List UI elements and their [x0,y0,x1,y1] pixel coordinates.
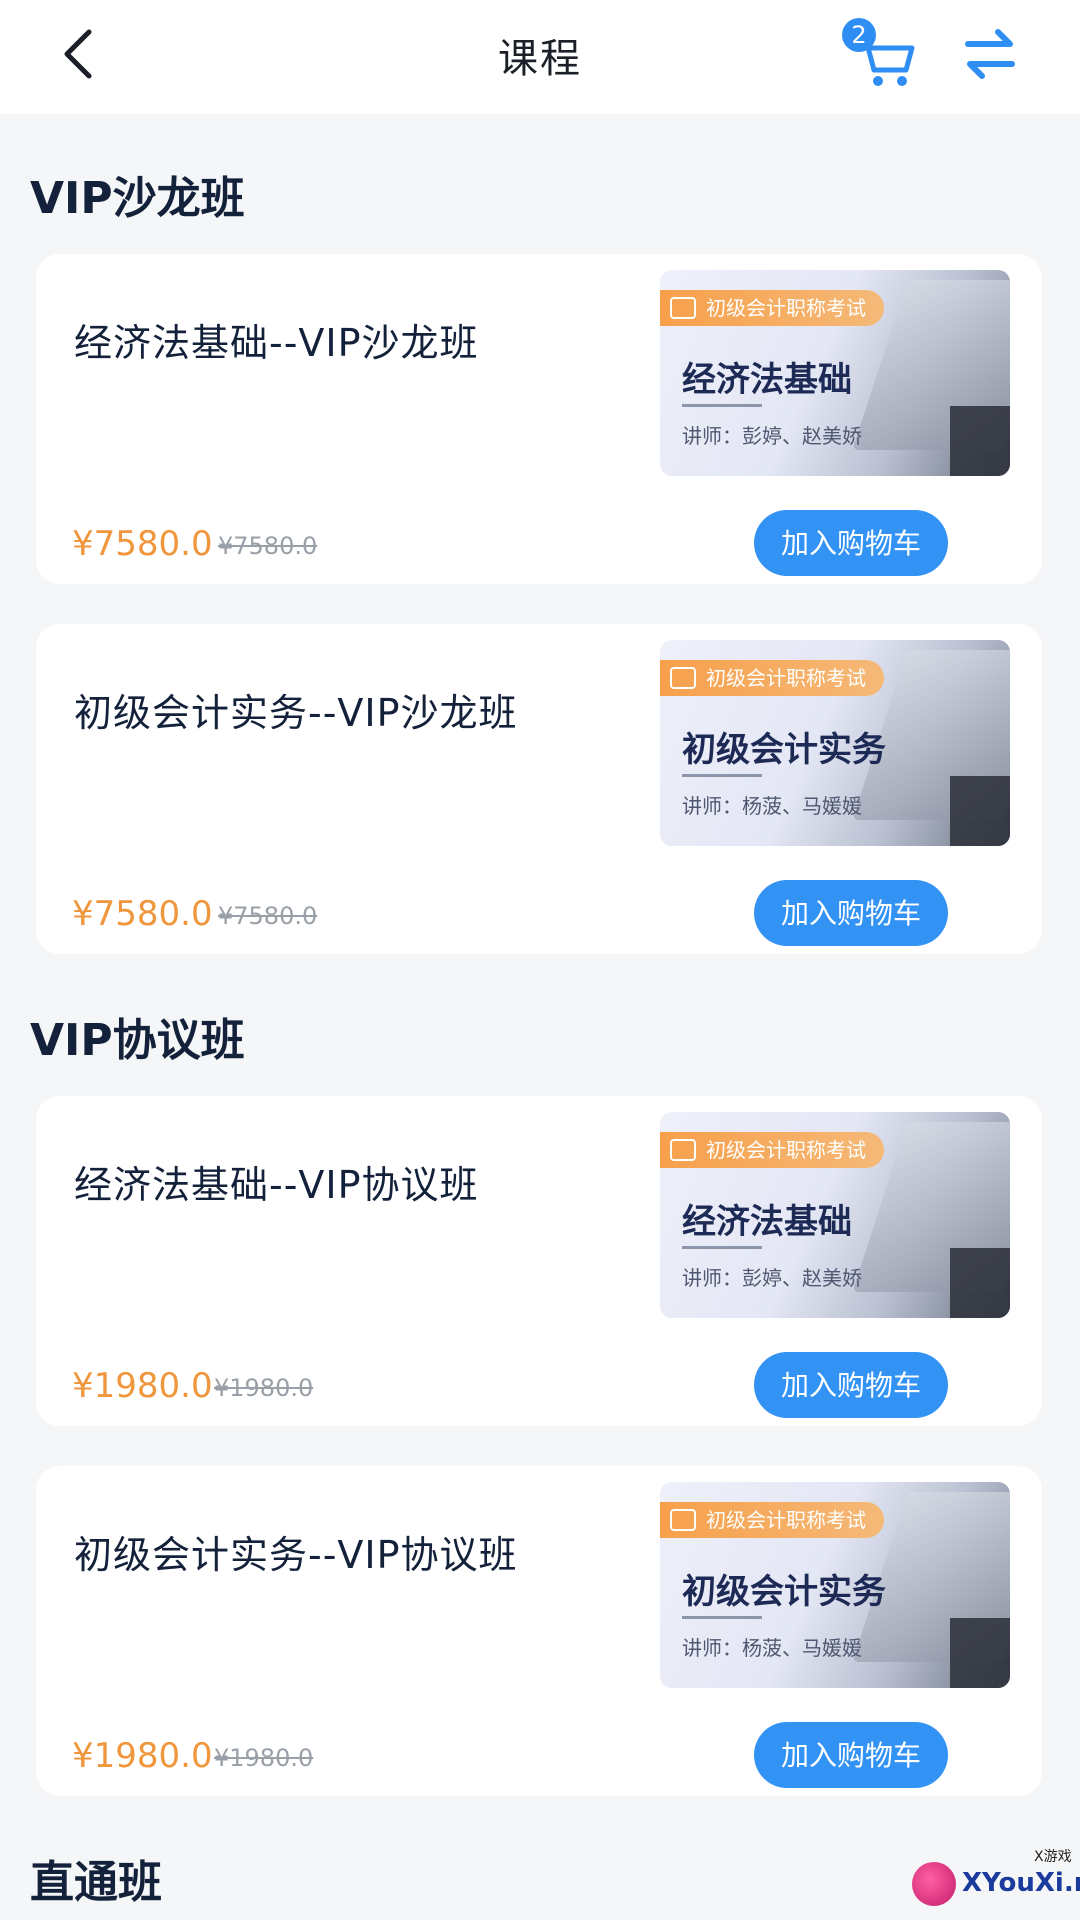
section-title: VIP协议班 [30,1015,245,1066]
thumbnail-divider [682,774,762,777]
thumbnail-title: 初级会计实务 [682,730,886,770]
course-card[interactable]: 初级会计实务--VIP协议班 初级会计职称考试 初级会计实务 讲师：杨菠、马媛媛… [36,1466,1042,1796]
course-card[interactable]: 经济法基础--VIP协议班 初级会计职称考试 经济法基础 讲师：彭婷、赵美娇 ¥… [36,1096,1042,1426]
watermark: X游戏 XYouXi.net [908,1842,1080,1912]
book-icon [670,1139,696,1161]
course-name: 经济法基础--VIP协议班 [74,1163,479,1207]
thumbnail-graphic [950,1618,1010,1688]
top-bar: 课程 2 [0,0,1080,114]
thumbnail-divider [682,1246,762,1249]
course-thumbnail[interactable]: 初级会计职称考试 经济法基础 讲师：彭婷、赵美娇 [660,1112,1010,1318]
thumbnail-graphic [950,776,1010,846]
thumbnail-graphic [950,406,1010,476]
thumbnail-tag: 初级会计职称考试 [660,290,884,326]
thumbnail-divider [682,404,762,407]
book-icon [670,297,696,319]
thumbnail-graphic [950,1248,1010,1318]
price: ¥1980.0 [72,1736,213,1776]
thumbnail-title: 经济法基础 [682,1202,852,1242]
book-icon [670,1509,696,1531]
original-price: ¥1980.0 [214,1744,314,1772]
course-thumbnail[interactable]: 初级会计职称考试 初级会计实务 讲师：杨菠、马媛媛 [660,1482,1010,1688]
add-to-cart-button[interactable]: 加入购物车 [754,510,948,576]
course-card[interactable]: 初级会计实务--VIP沙龙班 初级会计职称考试 初级会计实务 讲师：杨菠、马媛媛… [36,624,1042,954]
course-thumbnail[interactable]: 初级会计职称考试 初级会计实务 讲师：杨菠、马媛媛 [660,640,1010,846]
thumbnail-teacher: 讲师：彭婷、赵美娇 [682,1266,862,1290]
course-name: 初级会计实务--VIP协议班 [74,1533,518,1577]
cart-count-badge: 2 [842,18,876,52]
thumbnail-tag-text: 初级会计职称考试 [706,1138,866,1162]
swap-arrows-icon[interactable] [960,26,1020,82]
original-price: ¥7580.0 [218,902,318,930]
section-title: VIP沙龙班 [30,173,245,224]
add-to-cart-button[interactable]: 加入购物车 [754,1352,948,1418]
book-icon [670,667,696,689]
course-card[interactable]: 经济法基础--VIP沙龙班 初级会计职称考试 经济法基础 讲师：彭婷、赵美娇 ¥… [36,254,1042,584]
thumbnail-divider [682,1616,762,1619]
watermark-text: XYouXi.net [962,1868,1080,1898]
thumbnail-teacher: 讲师：彭婷、赵美娇 [682,424,862,448]
thumbnail-teacher: 讲师：杨菠、马媛媛 [682,1636,862,1660]
add-to-cart-button[interactable]: 加入购物车 [754,880,948,946]
thumbnail-tag: 初级会计职称考试 [660,1132,884,1168]
thumbnail-tag-text: 初级会计职称考试 [706,666,866,690]
course-name: 经济法基础--VIP沙龙班 [74,321,479,365]
gamepad-icon [912,1862,956,1906]
original-price: ¥7580.0 [218,532,318,560]
thumbnail-tag-text: 初级会计职称考试 [706,296,866,320]
thumbnail-tag: 初级会计职称考试 [660,660,884,696]
watermark-small-text: X游戏 [1034,1849,1072,1865]
cart-button[interactable]: 2 [842,18,922,90]
thumbnail-teacher: 讲师：杨菠、马媛媛 [682,794,862,818]
price: ¥7580.0 [72,894,213,934]
course-name: 初级会计实务--VIP沙龙班 [74,691,518,735]
original-price: ¥1980.0 [214,1374,314,1402]
thumbnail-title: 经济法基础 [682,360,852,400]
course-thumbnail[interactable]: 初级会计职称考试 经济法基础 讲师：彭婷、赵美娇 [660,270,1010,476]
thumbnail-tag: 初级会计职称考试 [660,1502,884,1538]
thumbnail-tag-text: 初级会计职称考试 [706,1508,866,1532]
price: ¥7580.0 [72,524,213,564]
section-title: 直通班 [30,1857,162,1908]
add-to-cart-button[interactable]: 加入购物车 [754,1722,948,1788]
thumbnail-title: 初级会计实务 [682,1572,886,1612]
price: ¥1980.0 [72,1366,213,1406]
